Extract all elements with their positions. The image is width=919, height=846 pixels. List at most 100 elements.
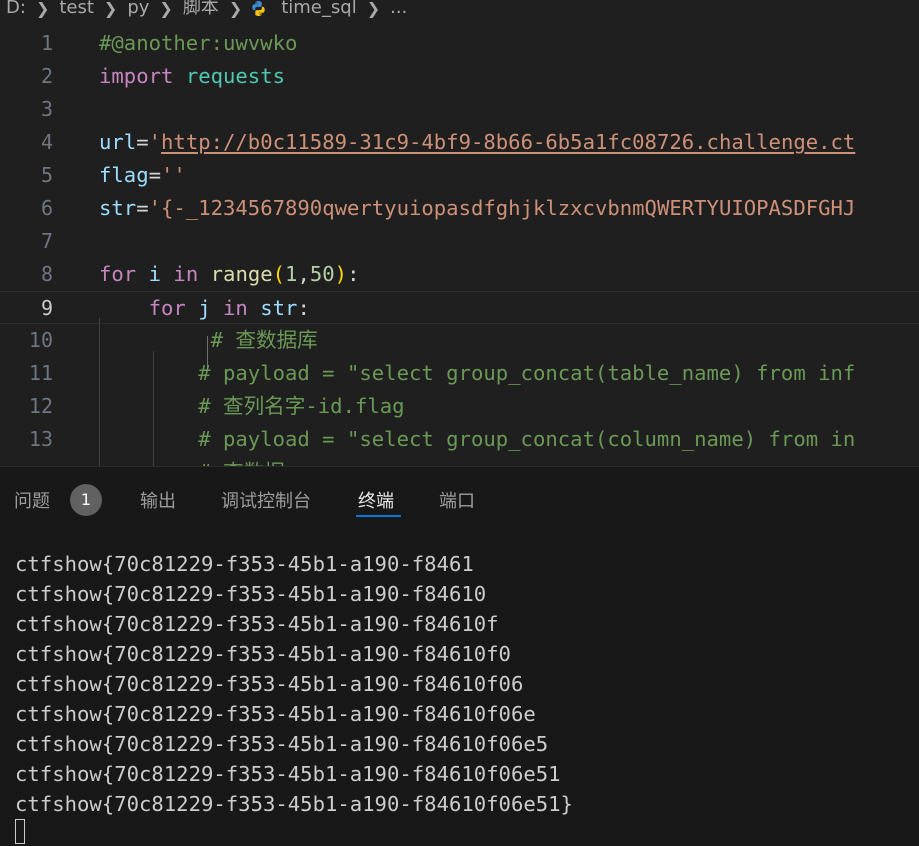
terminal-line: ctfshow{70c81229-f353-45b1-a190-f84610f0…: [15, 762, 561, 786]
code-line[interactable]: 11 # payload = "select group_concat(tabl…: [0, 357, 919, 390]
code-token: import: [99, 64, 174, 88]
code-text: str='{-_1234567890qwertyuiopasdfghjklzxc…: [99, 192, 855, 225]
chevron-right-icon: ❯: [366, 0, 381, 18]
tab-ports[interactable]: 端口: [439, 487, 475, 513]
code-token: # payload = "select group_concat(column_…: [99, 427, 856, 451]
code-token: #: [99, 394, 223, 418]
code-line[interactable]: 5 flag='': [0, 159, 919, 192]
code-token: j: [198, 296, 211, 320]
code-token: flag: [99, 163, 149, 187]
terminal-line: ctfshow{70c81229-f353-45b1-a190-f84610f0…: [15, 792, 573, 816]
code-token: url: [99, 130, 137, 154]
line-number: 3: [40, 97, 53, 121]
code-line[interactable]: 12 # 查列名字-id.flag: [0, 390, 919, 423]
breadcrumb: D: ❯ test ❯ py ❯ 脚本 ❯ time_sql ❯ ...: [0, 0, 919, 22]
code-token: ,: [297, 262, 310, 286]
code-token: 查列名字: [223, 394, 306, 418]
terminal-output[interactable]: ctfshow{70c81229-f353-45b1-a190-f8461 ctf…: [15, 549, 573, 819]
code-text: url='http://b0c11589-31c9-4bf9-8b66-6b5a…: [99, 126, 855, 159]
code-token: #@another:uwvwko: [99, 31, 298, 55]
code-line[interactable]: # 查数据: [0, 456, 919, 466]
breadcrumb-drive[interactable]: D:: [0, 0, 28, 17]
tab-output[interactable]: 输出: [140, 487, 176, 513]
line-number: 1: [40, 31, 53, 55]
bottom-panel: 问题 1 输出 调试控制台 终端 端口 ctfshow{70c81229-f35…: [0, 466, 919, 846]
code-line[interactable]: 10 # 查数据库: [0, 324, 919, 357]
tab-terminal[interactable]: 终端: [358, 487, 394, 513]
code-text: # payload = "select group_concat(table_n…: [99, 357, 855, 390]
line-number: 4: [40, 130, 53, 154]
code-token: =: [148, 163, 162, 187]
code-text: # 查数据库: [99, 324, 318, 357]
line-number: 6: [40, 196, 53, 220]
code-text: for j in str:: [99, 292, 310, 325]
code-token: :: [347, 262, 360, 286]
breadcrumb-symbol[interactable]: ...: [388, 0, 409, 17]
code-token: in: [223, 296, 248, 320]
code-line[interactable]: 7: [0, 225, 919, 258]
code-token: for: [99, 262, 137, 286]
code-token: requests: [185, 64, 286, 88]
code-line[interactable]: 4 url='http://b0c11589-31c9-4bf9-8b66-6b5…: [0, 126, 919, 159]
tab-problems[interactable]: 问题: [14, 487, 50, 513]
code-line[interactable]: 3: [0, 93, 919, 126]
problems-count-badge: 1: [70, 484, 102, 516]
panel-tabs: 问题 1 输出 调试控制台 终端 端口: [0, 467, 919, 533]
tab-debug-console[interactable]: 调试控制台: [221, 487, 311, 513]
line-number: 5: [40, 163, 53, 187]
line-number: 10: [28, 328, 53, 352]
terminal-line: ctfshow{70c81229-f353-45b1-a190-f84610f0…: [15, 672, 524, 696]
line-number: 12: [28, 394, 53, 418]
code-token: ): [334, 262, 348, 286]
code-token: (: [272, 262, 286, 286]
code-line[interactable]: 2 import requests: [0, 60, 919, 93]
code-line[interactable]: 9 for j in str:: [0, 291, 919, 324]
code-token: ': [148, 130, 162, 154]
code-text: # 查数据: [99, 456, 285, 466]
active-tab-indicator: [356, 515, 401, 517]
code-text: # payload = "select group_concat(column_…: [99, 423, 855, 456]
code-line[interactable]: 6 str='{-_1234567890qwertyuiopasdfghjklzx…: [0, 192, 919, 225]
line-number: 2: [40, 64, 53, 88]
code-text: flag='': [99, 159, 186, 192]
code-token: =: [136, 130, 149, 154]
line-number: 11: [28, 361, 53, 385]
code-token: 1: [285, 262, 298, 286]
code-token: '': [161, 163, 186, 187]
terminal-line: ctfshow{70c81229-f353-45b1-a190-f84610: [15, 582, 487, 606]
breadcrumb-folder-scripts[interactable]: 脚本: [181, 0, 221, 17]
line-number: 13: [28, 427, 53, 451]
code-token: i: [148, 262, 162, 286]
chevron-right-icon: ❯: [35, 0, 50, 18]
chevron-right-icon: ❯: [228, 0, 243, 18]
code-token: -id.flag: [305, 394, 405, 418]
code-token: =: [136, 196, 149, 220]
line-number: 9: [40, 296, 53, 320]
breadcrumb-folder-test[interactable]: test: [57, 0, 96, 17]
code-text: # 查列名字-id.flag: [99, 390, 405, 423]
terminal-line: ctfshow{70c81229-f353-45b1-a190-f84610f: [15, 612, 499, 636]
breadcrumb-file[interactable]: time_sql: [279, 0, 358, 17]
code-line[interactable]: 1 #@another:uwvwko: [0, 27, 919, 60]
line-number: 7: [40, 229, 53, 253]
line-number: 8: [40, 262, 53, 286]
terminal-line: ctfshow{70c81229-f353-45b1-a190-f84610f0…: [15, 732, 549, 756]
breadcrumb-folder-py[interactable]: py: [125, 0, 151, 17]
terminal-line: ctfshow{70c81229-f353-45b1-a190-f84610f0…: [15, 702, 536, 726]
code-editor[interactable]: 1 #@another:uwvwko 2 import requests 3 4 url='…: [0, 26, 919, 466]
code-token: 50: [309, 262, 335, 286]
code-line[interactable]: 8 for i in range(1,50):: [0, 258, 919, 291]
code-token: #: [99, 328, 236, 352]
terminal-line: ctfshow{70c81229-f353-45b1-a190-f8461: [15, 552, 474, 576]
chevron-right-icon: ❯: [103, 0, 118, 18]
chevron-right-icon: ❯: [159, 0, 173, 18]
python-icon: [252, 0, 265, 16]
code-token: # payload = "select group_concat(table_n…: [99, 361, 856, 385]
code-line[interactable]: 13 # payload = "select group_concat(colu…: [0, 423, 919, 456]
